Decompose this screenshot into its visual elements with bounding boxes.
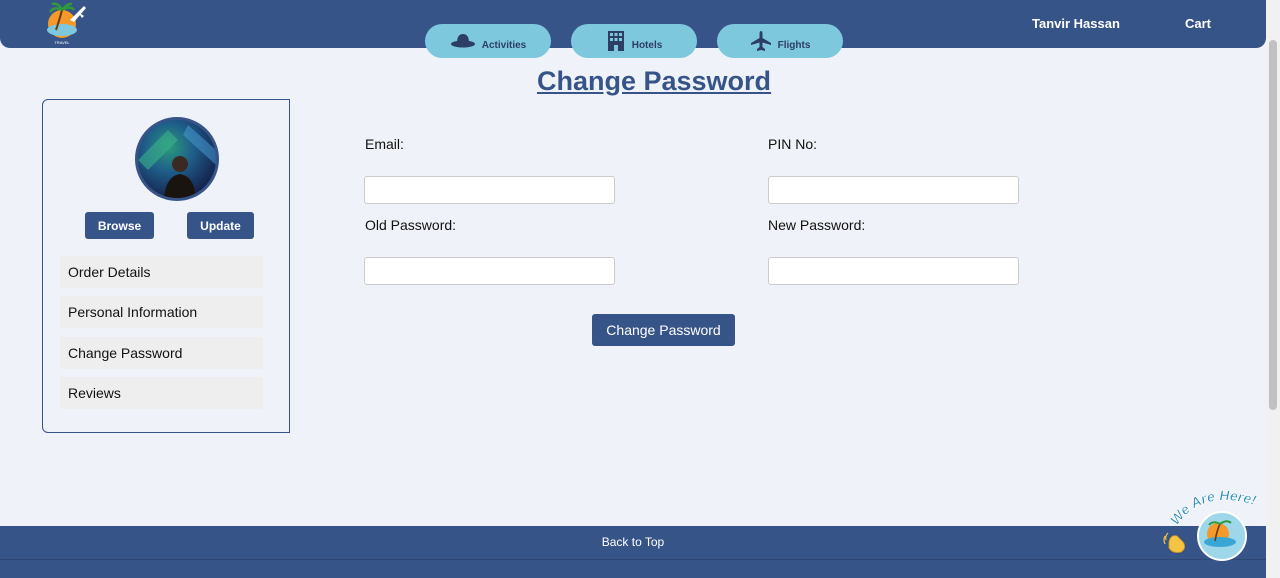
page-title: Change Password [536, 66, 772, 96]
sidebar-item-reviews[interactable]: Reviews [60, 377, 263, 409]
change-password-button[interactable]: Change Password [592, 314, 735, 346]
email-label: Email: [365, 136, 404, 152]
sidebar-item-change-password[interactable]: Change Password [60, 337, 263, 369]
sidebar-item-order-details[interactable]: Order Details [60, 256, 263, 288]
nav-hotels-label: Hotels [631, 39, 663, 51]
new-password-field[interactable] [768, 257, 1019, 285]
avatar [135, 117, 219, 201]
update-button[interactable]: Update [187, 212, 254, 239]
nav-hotels[interactable]: Hotels [571, 24, 697, 58]
new-password-label: New Password: [768, 217, 866, 233]
pin-field[interactable] [768, 176, 1019, 204]
back-to-top-link[interactable]: Back to Top [0, 535, 1266, 549]
sidebar-item-personal-information[interactable]: Personal Information [60, 296, 263, 328]
browse-button[interactable]: Browse [85, 212, 154, 239]
profile-sidebar: Browse Update Order Details Personal Inf… [42, 99, 290, 433]
svg-text:TRAVEL: TRAVEL [54, 40, 70, 45]
waving-hand-icon [1163, 532, 1185, 553]
old-password-field[interactable] [364, 257, 615, 285]
footer: Back to Top [0, 526, 1266, 578]
cart-link[interactable]: Cart [1185, 16, 1211, 31]
nav-activities[interactable]: Activities [425, 24, 551, 58]
old-password-label: Old Password: [365, 217, 457, 233]
nav-flights-label: Flights [777, 39, 811, 51]
top-navbar: TRAVEL Activities Hotels Flights Tanvir … [0, 0, 1266, 58]
user-name-link[interactable]: Tanvir Hassan [1032, 16, 1120, 31]
site-logo[interactable]: TRAVEL [40, 0, 88, 46]
footer-divider [0, 559, 1266, 560]
pin-label: PIN No: [768, 136, 818, 152]
hat-icon [450, 34, 475, 48]
nav-activities-label: Activities [481, 39, 527, 51]
email-field[interactable] [364, 176, 615, 204]
building-icon [607, 31, 624, 51]
nav-flights[interactable]: Flights [717, 24, 843, 58]
plane-icon [750, 31, 771, 51]
chat-widget[interactable]: We Are Here! [1163, 484, 1269, 564]
